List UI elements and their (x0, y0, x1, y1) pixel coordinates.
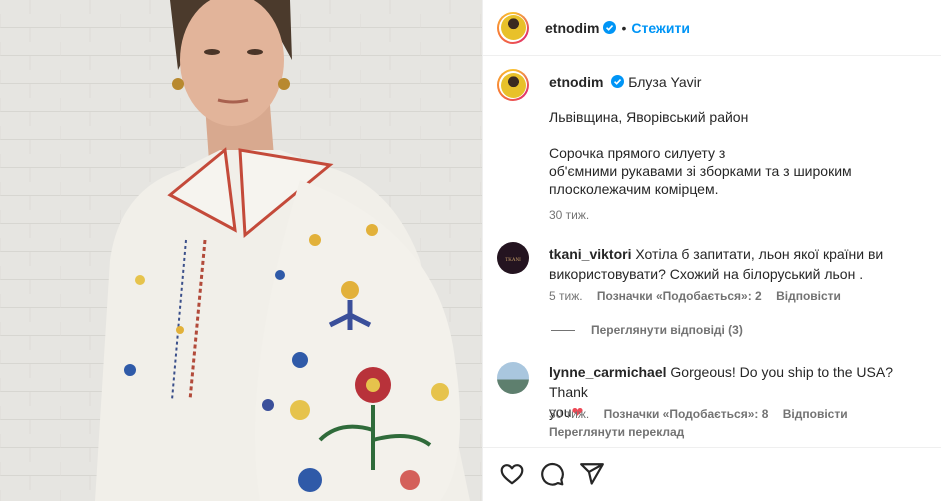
caption-timestamp[interactable]: 30 тиж. (549, 206, 919, 224)
follow-button[interactable]: Стежити (631, 20, 690, 36)
comment-username[interactable]: lynne_carmichael (549, 364, 667, 380)
comment-timestamp[interactable]: 30 тиж. (549, 407, 589, 421)
comment-meta: 30 тиж. Позначки «Подобається»: 8 Відпов… (549, 407, 859, 421)
post-side-panel: etnodim • Стежити etnodim Блуза Yavir Ль… (482, 0, 941, 501)
reply-button[interactable]: Відповісти (776, 289, 841, 303)
comment-meta: 5 тиж. Позначки «Подобається»: 2 Відпові… (549, 289, 852, 303)
author-avatar[interactable] (497, 11, 529, 44)
comment-text: tkani_viktori Хотіла б запитати, льон як… (549, 246, 884, 282)
caption-author-avatar[interactable] (497, 69, 529, 101)
caption-line: плосколежачим комірцем. (549, 181, 719, 197)
verified-badge-icon (611, 75, 625, 88)
author-username[interactable]: etnodim (545, 20, 599, 36)
reply-button[interactable]: Відповісти (783, 407, 848, 421)
heart-icon[interactable] (499, 461, 525, 487)
caption-location: Львівщина, Яворівський район (549, 109, 749, 125)
post-image[interactable] (0, 0, 482, 501)
caption-username[interactable]: etnodim (549, 74, 603, 90)
comment-username[interactable]: tkani_viktori (549, 246, 631, 262)
separator-dot: • (621, 19, 627, 36)
post-header: etnodim • Стежити (483, 0, 941, 56)
caption-line: об'ємними рукавами зі зборками та з широ… (549, 163, 852, 179)
post-dialog: etnodim • Стежити etnodim Блуза Yavir Ль… (0, 0, 941, 501)
translate-link[interactable]: Переглянути переклад (549, 425, 695, 439)
view-replies-button[interactable]: Переглянути відповіді (3) (551, 323, 743, 337)
comment-likes-count[interactable]: Позначки «Подобається»: 2 (597, 289, 762, 303)
commenter-avatar[interactable]: TKANI (497, 242, 529, 274)
comment-icon[interactable] (539, 461, 565, 487)
caption-title: Блуза Yavir (628, 74, 702, 90)
caption-line: Сорочка прямого силуету з (549, 145, 726, 161)
share-icon[interactable] (579, 461, 605, 487)
comment-likes-count[interactable]: Позначки «Подобається»: 8 (604, 407, 769, 421)
post-action-bar (483, 447, 941, 502)
replies-divider (551, 329, 575, 331)
commenter-avatar[interactable] (497, 362, 529, 394)
embroidered-blouse-photo (0, 0, 482, 501)
verified-badge-icon (603, 21, 617, 34)
svg-text:TKANI: TKANI (505, 258, 521, 263)
comment-timestamp[interactable]: 5 тиж. (549, 289, 583, 303)
